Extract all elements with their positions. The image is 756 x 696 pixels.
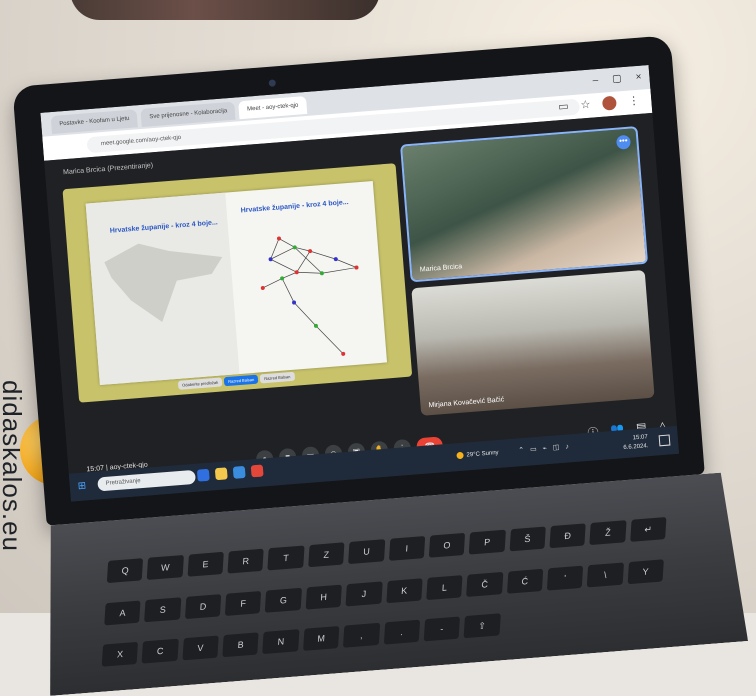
minimize-button[interactable]: – — [592, 75, 598, 86]
taskbar-search[interactable]: Pretraživanje — [97, 469, 196, 492]
keyboard-key[interactable]: ↵ — [630, 517, 667, 542]
chrome-icon[interactable] — [250, 464, 264, 478]
keyboard-key[interactable]: H — [305, 584, 342, 609]
keyboard-key[interactable]: . — [383, 620, 420, 645]
keyboard-key[interactable]: T — [268, 545, 305, 570]
participant-name-1: Marica Brcica — [419, 263, 463, 274]
keyboard-key[interactable]: O — [429, 533, 466, 558]
keyboard-key[interactable]: C — [142, 639, 179, 664]
keyboard-key[interactable]: U — [348, 539, 385, 564]
cast-icon[interactable]: ▭ — [558, 99, 569, 114]
slide-control-1[interactable]: Odaberite predložak — [177, 377, 223, 390]
slide-control-3[interactable]: Razred Balsan — [259, 371, 295, 384]
keyboard-key[interactable]: - — [424, 617, 461, 642]
keyboard-key[interactable]: ⇧ — [464, 614, 501, 639]
window-controls: – ▢ × — [592, 72, 642, 87]
participant-name-2: Mirjana Kovačević Bačić — [428, 396, 505, 410]
keyboard-key[interactable]: Z — [308, 542, 345, 567]
slide-title-right: Hrvatske županije - kroz 4 boje... — [240, 198, 349, 215]
keyboard-key[interactable]: \ — [587, 562, 624, 587]
keyboard-key[interactable]: V — [182, 636, 219, 661]
keyboard: Q W E R T Z U I O P Š Đ Ž ↵ A S D F G H J K L Č Ć ' \ Y X C V B N M,. - ⇧ — [101, 517, 667, 682]
keyboard-key[interactable]: B — [222, 633, 259, 658]
weather-widget[interactable]: 29°C Sunny — [456, 449, 499, 460]
laptop-bezel: Postavke - Koofam u Ljetu Sve prijenosne… — [12, 35, 705, 526]
keyboard-key[interactable]: , — [343, 623, 380, 648]
file-explorer-icon[interactable] — [214, 467, 228, 481]
participant-tile-1[interactable]: ••• Marica Brcica — [400, 126, 649, 283]
keyboard-key[interactable]: J — [346, 581, 383, 606]
notification-icon[interactable] — [658, 434, 671, 447]
system-tray[interactable]: ⌃ ▭ ⌁ ◫ ♪ — [518, 442, 571, 454]
keyboard-key[interactable]: Q — [107, 558, 144, 583]
keyboard-key[interactable]: Đ — [549, 523, 586, 548]
keyboard-key[interactable]: D — [185, 594, 222, 619]
taskbar-apps — [196, 464, 264, 482]
webcam-icon — [268, 79, 277, 87]
keyboard-key[interactable]: Y — [627, 559, 664, 584]
store-icon[interactable] — [232, 465, 246, 479]
keyboard-key[interactable]: Š — [509, 526, 546, 551]
taskbar-date: 6.6.2024. — [623, 443, 649, 452]
out-of-focus-person-top — [70, 0, 380, 20]
kebab-menu-icon[interactable]: ⋮ — [628, 94, 640, 109]
taskbar-clock[interactable]: 15:07 6.6.2024. — [622, 433, 648, 453]
keyboard-key[interactable]: W — [147, 555, 184, 580]
keyboard-key[interactable]: E — [187, 552, 224, 577]
windows-start-icon[interactable]: ⊞ — [77, 480, 86, 492]
toolbar-icons: ▭ ☆ ⋮ — [558, 94, 640, 114]
keyboard-key[interactable]: Č — [466, 572, 503, 597]
keyboard-key[interactable]: I — [388, 536, 425, 561]
edge-icon[interactable] — [196, 468, 210, 482]
keyboard-key[interactable]: N — [263, 629, 300, 654]
keyboard-key[interactable]: P — [469, 530, 506, 555]
keyboard-key[interactable]: F — [225, 591, 262, 616]
graph-diagram — [260, 236, 359, 356]
keyboard-key[interactable]: ' — [547, 565, 584, 590]
keyboard-key[interactable]: M — [303, 626, 340, 651]
maximize-button[interactable]: ▢ — [612, 73, 622, 85]
keyboard-key[interactable]: X — [102, 642, 139, 667]
participant-tile-2[interactable]: Mirjana Kovačević Bačić — [411, 269, 655, 416]
keyboard-key[interactable]: K — [386, 578, 423, 603]
profile-avatar[interactable] — [601, 95, 617, 111]
keyboard-key[interactable]: Ć — [507, 568, 544, 593]
sun-icon — [456, 451, 464, 460]
weather-text: 29°C Sunny — [466, 450, 499, 459]
close-button[interactable]: × — [635, 72, 642, 83]
keyboard-key[interactable]: L — [426, 575, 463, 600]
more-options-icon[interactable]: ••• — [615, 134, 632, 150]
keyboard-key[interactable]: S — [144, 597, 181, 622]
bookmark-star-icon[interactable]: ☆ — [580, 98, 591, 113]
keyboard-key[interactable]: G — [265, 587, 302, 612]
presenter-label: Marica Brcica (Prezentiranje) — [62, 162, 154, 177]
laptop-screen: Postavke - Koofam u Ljetu Sve prijenosne… — [40, 64, 680, 502]
screen-share: Hrvatske županije - kroz 4 boje... Hrvat… — [62, 163, 413, 403]
keyboard-key[interactable]: R — [228, 549, 265, 574]
presentation-slide: Hrvatske županije - kroz 4 boje... Hrvat… — [85, 180, 388, 386]
keyboard-key[interactable]: Ž — [590, 520, 627, 545]
laptop: Postavke - Koofam u Ljetu Sve prijenosne… — [2, 30, 756, 686]
slide-control-2[interactable]: Razred Balsan — [223, 374, 259, 387]
